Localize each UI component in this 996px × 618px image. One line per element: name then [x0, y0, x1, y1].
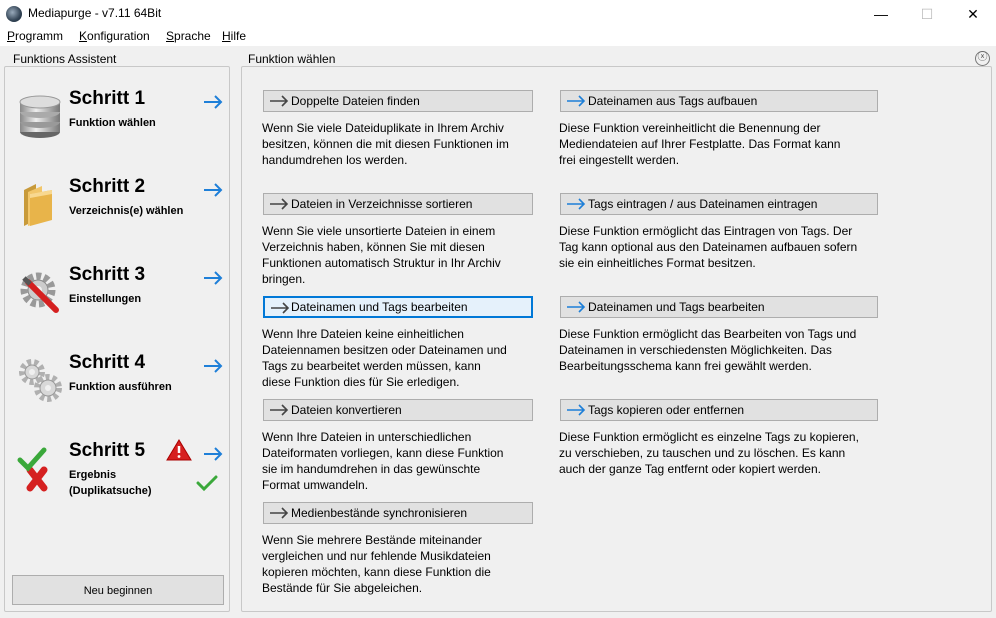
- arrow-right-icon: [270, 95, 289, 107]
- filenames-from-tags-button[interactable]: Dateinamen aus Tags aufbauen: [560, 90, 878, 112]
- step-3[interactable]: Schritt 3 Einstellungen: [16, 264, 228, 344]
- left-panel-title: Funktions Assistent: [13, 52, 117, 66]
- convert-files-button[interactable]: Dateien konvertieren: [263, 399, 533, 421]
- new-start-button[interactable]: Neu beginnen: [12, 575, 224, 605]
- menu-sprache[interactable]: Sprache: [166, 29, 211, 43]
- arrow-right-icon: [204, 183, 223, 197]
- close-panel-icon[interactable]: ⓧ: [975, 51, 990, 66]
- button-label: Dateien konvertieren: [291, 403, 402, 417]
- maximize-button[interactable]: ☐: [904, 0, 950, 28]
- function-description: Wenn Sie viele unsortierte Dateien in ei…: [262, 224, 501, 286]
- step-subtitle: Ergebnis (Duplikatsuche): [69, 469, 152, 497]
- arrow-right-icon: [271, 302, 290, 314]
- arrow-right-icon: [270, 198, 289, 210]
- write-tags-button[interactable]: Tags eintragen / aus Dateinamen eintrage…: [560, 193, 878, 215]
- function-description: Diese Funktion ermöglicht das Eintragen …: [559, 224, 858, 270]
- arrow-right-icon: [204, 359, 223, 373]
- function-description: Diese Funktion ermöglicht es einzelne Ta…: [559, 430, 859, 476]
- function-description: Wenn Ihre Dateien in unterschiedlichen D…: [262, 430, 504, 492]
- function-description: Diese Funktion ermöglicht das Bearbeiten…: [559, 327, 857, 373]
- arrow-right-icon: [567, 198, 586, 210]
- arrow-right-icon: [204, 447, 223, 461]
- step-subtitle: Funktion wählen: [69, 117, 156, 129]
- edit-filenames-tags-button[interactable]: Dateinamen und Tags bearbeiten: [263, 296, 533, 318]
- arrow-right-icon: [204, 95, 223, 109]
- button-label: Medienbestände synchronisieren: [291, 506, 468, 520]
- step-2[interactable]: Schritt 2 Verzeichnis(e) wählen: [16, 176, 228, 256]
- check-icon: [196, 475, 218, 492]
- menu-hilfe-rest: ilfe: [230, 29, 247, 43]
- menu-programm[interactable]: Programm: [7, 29, 63, 43]
- menu-konfiguration-rest: onfiguration: [87, 29, 150, 43]
- sync-media-button[interactable]: Medienbestände synchronisieren: [263, 502, 533, 524]
- button-label: Dateien in Verzeichnisse sortieren: [291, 197, 473, 211]
- step-title: Schritt 3: [69, 264, 146, 285]
- app-icon: [6, 6, 22, 22]
- edit-tags-filenames-button[interactable]: Dateinamen und Tags bearbeiten: [560, 296, 878, 318]
- function-description: Wenn Ihre Dateien keine einheitlichen Da…: [262, 327, 507, 389]
- step-5[interactable]: Schritt 5 Ergebnis (Duplikatsuche): [16, 439, 228, 520]
- function-description: Diese Funktion vereinheitlicht die Benen…: [559, 121, 841, 167]
- button-label: Doppelte Dateien finden: [291, 94, 420, 108]
- button-label: Dateinamen und Tags bearbeiten: [291, 300, 468, 314]
- arrow-right-icon: [567, 95, 586, 107]
- arrow-right-icon: [567, 404, 586, 416]
- window-title: Mediapurge - v7.11 64Bit: [28, 6, 162, 20]
- folder-icon: [24, 184, 52, 226]
- button-label: Dateinamen und Tags bearbeiten: [588, 300, 765, 314]
- warning-icon: [166, 439, 192, 461]
- step-subtitle: Einstellungen: [69, 293, 142, 305]
- function-description: Wenn Sie mehrere Bestände miteinander ve…: [262, 533, 491, 595]
- step-4[interactable]: Schritt 4 Funktion ausführen: [16, 352, 228, 432]
- button-label: Dateinamen aus Tags aufbauen: [588, 94, 758, 108]
- close-button[interactable]: ✕: [950, 0, 996, 28]
- title-bar: Mediapurge - v7.11 64Bit — ☐ ✕: [0, 0, 996, 28]
- step-title: Schritt 1: [69, 88, 146, 109]
- database-icon: [19, 95, 61, 138]
- step-1[interactable]: Schritt 1 Funktion wählen: [16, 88, 228, 168]
- minimize-button[interactable]: —: [858, 0, 904, 28]
- step-subtitle: Funktion ausführen: [69, 381, 172, 393]
- step-title: Schritt 2: [69, 176, 146, 197]
- check-cross-icon: [17, 447, 48, 492]
- menu-konfiguration[interactable]: Konfiguration: [79, 29, 150, 43]
- step-subtitle: Verzeichnis(e) wählen: [69, 205, 184, 217]
- step-title: Schritt 4: [69, 352, 146, 373]
- gear-wrench-icon: [20, 272, 59, 313]
- sort-into-folders-button[interactable]: Dateien in Verzeichnisse sortieren: [263, 193, 533, 215]
- function-description: Wenn Sie viele Dateiduplikate in Ihrem A…: [262, 121, 509, 167]
- step-title: Schritt 5: [69, 440, 146, 461]
- menu-hilfe[interactable]: Hilfe: [222, 29, 246, 43]
- copy-remove-tags-button[interactable]: Tags kopieren oder entfernen: [560, 399, 878, 421]
- button-label: Tags kopieren oder entfernen: [588, 403, 745, 417]
- arrow-right-icon: [204, 271, 223, 285]
- button-label: Tags eintragen / aus Dateinamen eintrage…: [588, 197, 818, 211]
- arrow-right-icon: [270, 404, 289, 416]
- menu-bar: Programm Konfiguration Sprache Hilfe: [0, 28, 996, 46]
- right-panel-title: Funktion wählen: [248, 52, 336, 66]
- menu-programm-rest: rogramm: [15, 29, 64, 43]
- find-duplicates-button[interactable]: Doppelte Dateien finden: [263, 90, 533, 112]
- gears-icon: [19, 359, 62, 402]
- menu-sprache-rest: prache: [174, 29, 211, 43]
- arrow-right-icon: [270, 507, 289, 519]
- arrow-right-icon: [567, 301, 586, 313]
